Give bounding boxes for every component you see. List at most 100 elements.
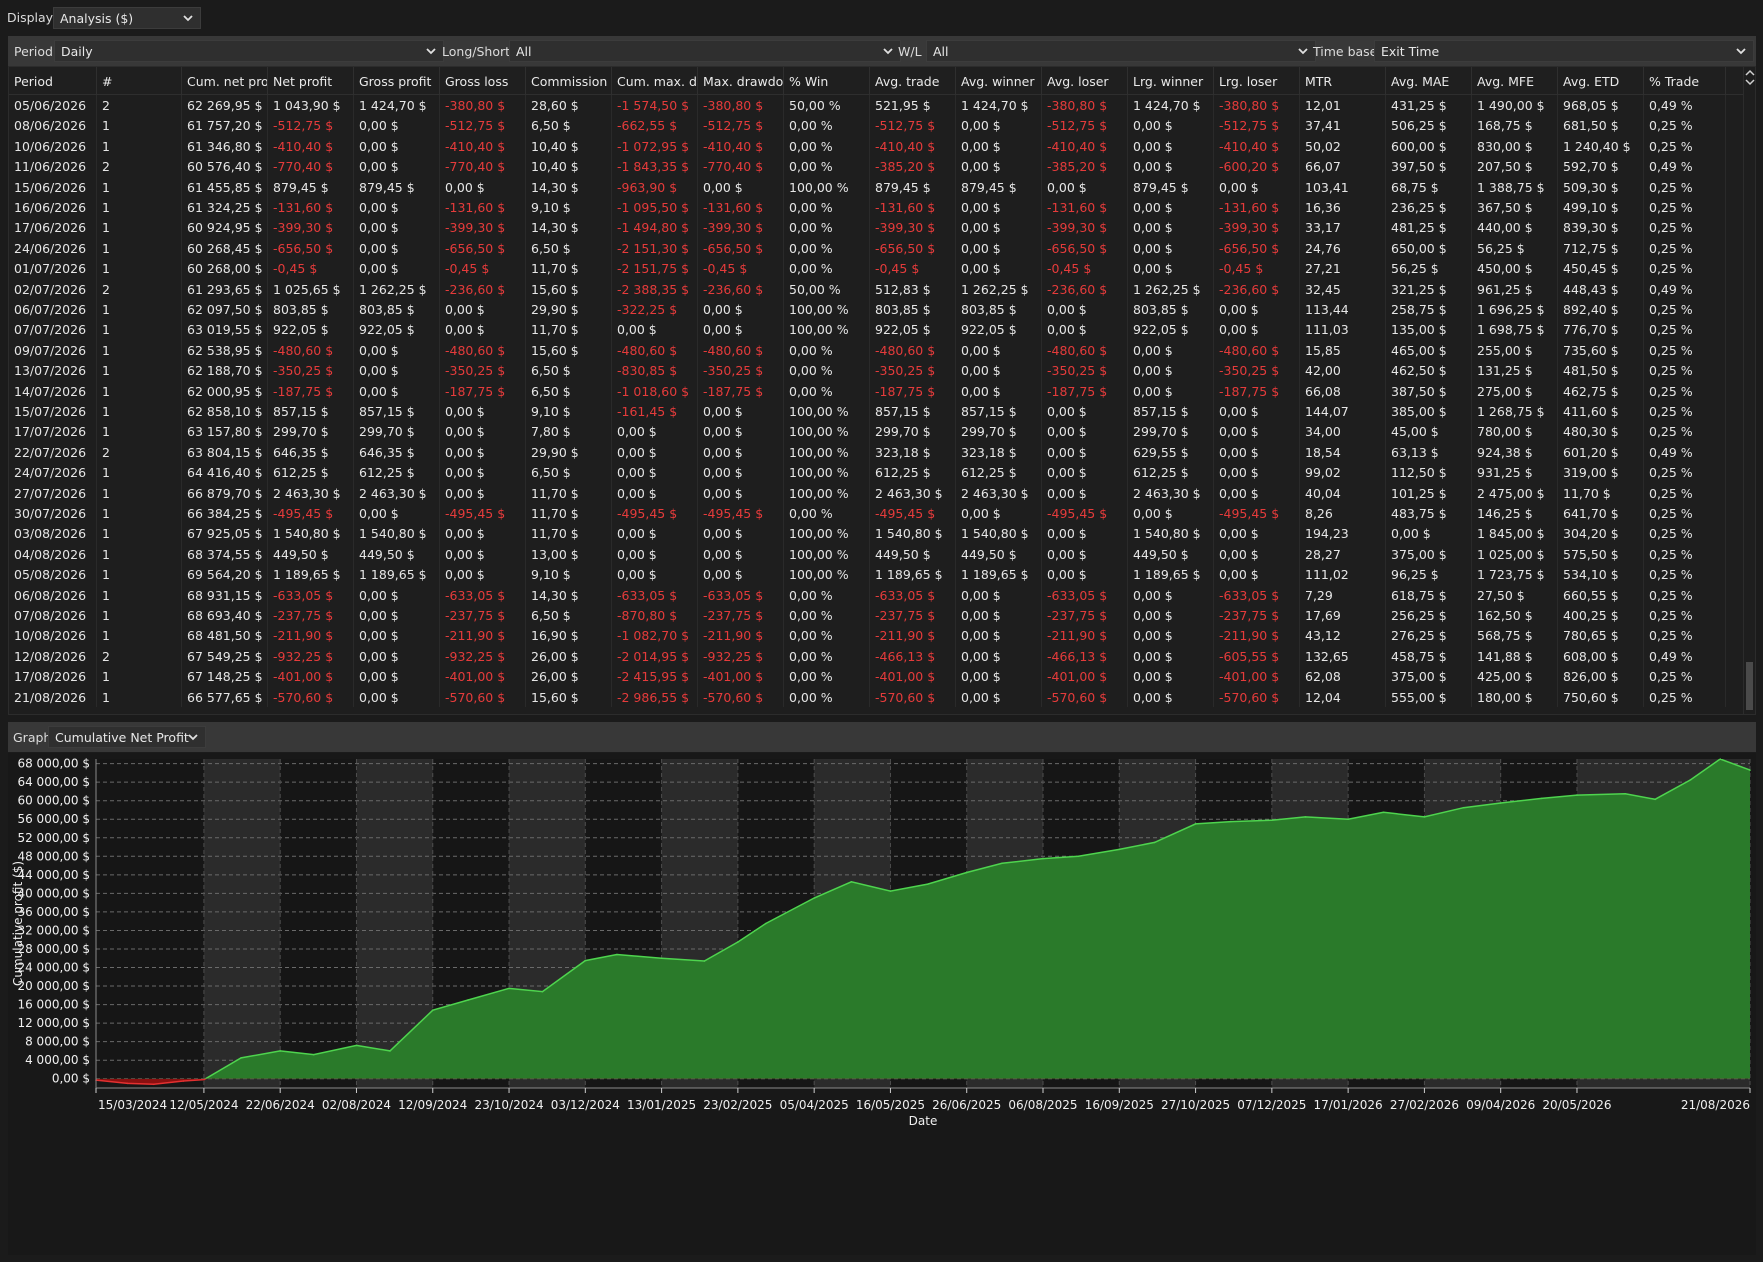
table-cell: 480,30 $ <box>1558 421 1644 442</box>
table-cell: 256,25 $ <box>1386 605 1472 626</box>
table-cell: 27,21 <box>1300 258 1386 279</box>
table-row[interactable]: 15/06/2026 1 61 455,85 $879,45 $879,45 $0,… <box>9 176 1744 197</box>
table-cell: 1 <box>97 319 182 340</box>
table-cell: 1 <box>97 339 182 361</box>
table-cell: 961,25 $ <box>1472 278 1558 299</box>
display-dropdown[interactable]: Analysis ($) <box>53 7 201 29</box>
table-cell: -495,45 $ <box>698 503 784 524</box>
column-header[interactable]: Gross profit <box>354 67 440 95</box>
column-header[interactable]: Avg. MFE <box>1472 67 1558 95</box>
scroll-up-icon[interactable] <box>1745 69 1755 77</box>
x-axis-label: Date <box>909 1114 938 1128</box>
table-cell: 1 <box>97 605 182 626</box>
scroll-down-icon[interactable] <box>1745 78 1755 86</box>
table-cell: 499,10 $ <box>1558 197 1644 218</box>
table-cell: 0,00 $ <box>354 666 440 687</box>
table-cell: 0,00 $ <box>354 115 440 136</box>
table-row[interactable]: 30/07/2026 1 66 384,25 $ -495,45 $0,00 $ -49… <box>9 503 1744 524</box>
table-row[interactable]: 22/07/2026 2 63 804,15 $646,35 $646,35 $0,… <box>9 441 1744 463</box>
wl-dropdown[interactable]: All <box>926 40 1316 62</box>
table-row[interactable]: 07/08/2026 1 68 693,40 $ -237,75 $0,00 $ -23… <box>9 605 1744 626</box>
table-row[interactable]: 06/07/2026 1 62 097,50 $803,85 $803,85 $0,… <box>9 299 1744 320</box>
table-row[interactable]: 11/06/2026 2 60 576,40 $ -770,40 $0,00 $ -77… <box>9 156 1744 177</box>
table-cell: 0,00 $ <box>440 319 526 340</box>
table-cell: 1 <box>97 625 182 646</box>
scrollbar-thumb[interactable] <box>1746 662 1753 710</box>
column-header[interactable]: Lrg. winner <box>1128 67 1214 95</box>
table-cell: 68 374,55 $ <box>182 543 268 565</box>
column-header[interactable]: Avg. winner <box>956 67 1042 95</box>
column-header[interactable]: % Trade <box>1644 67 1726 95</box>
table-row[interactable]: 10/08/2026 1 68 481,50 $ -211,90 $0,00 $ -21… <box>9 625 1744 646</box>
column-header[interactable]: Avg. loser <box>1042 67 1128 95</box>
table-scrollbar[interactable] <box>1743 67 1755 714</box>
column-header[interactable]: Period <box>9 67 97 95</box>
table-cell: 9,10 $ <box>526 564 612 585</box>
column-header[interactable]: Commission <box>526 67 612 95</box>
column-header[interactable]: Net profit <box>268 67 354 95</box>
table-cell: 1 262,25 $ <box>354 278 440 299</box>
table-cell: -385,20 $ <box>1042 156 1128 177</box>
column-header[interactable]: Cum. max. dra <box>612 67 698 95</box>
table-cell: -1 082,70 $ <box>612 625 698 646</box>
table-row[interactable]: 17/07/2026 1 63 157,80 $299,70 $299,70 $0,… <box>9 421 1744 442</box>
table-row[interactable]: 12/08/2026 2 67 549,25 $ -932,25 $0,00 $ -93… <box>9 645 1744 667</box>
table-row[interactable]: 06/08/2026 1 68 931,15 $ -633,05 $0,00 $ -63… <box>9 584 1744 605</box>
table-cell: 45,00 $ <box>1386 421 1472 442</box>
table-cell: -963,90 $ <box>612 176 698 197</box>
table-cell: 681,50 $ <box>1558 115 1644 136</box>
table-cell: 0,00 $ <box>1128 156 1214 177</box>
table-cell: 0,00 $ <box>956 686 1042 707</box>
table-row[interactable]: 01/07/2026 1 60 268,00 $ -0,45 $0,00 $ -0,45… <box>9 258 1744 279</box>
column-header[interactable]: Gross loss <box>440 67 526 95</box>
table-row[interactable]: 07/07/2026 1 63 019,55 $922,05 $922,05 $0,… <box>9 319 1744 340</box>
column-header[interactable]: % Win <box>784 67 870 95</box>
table-row[interactable]: 09/07/2026 1 62 538,95 $ -480,60 $0,00 $ -48… <box>9 339 1744 361</box>
data-point <box>965 871 968 874</box>
column-header[interactable]: Cum. net profi <box>182 67 268 95</box>
table-cell: 1 262,25 $ <box>956 278 1042 299</box>
table-row[interactable]: 16/06/2026 1 61 324,25 $ -131,60 $0,00 $ -13… <box>9 197 1744 218</box>
table-cell: -236,60 $ <box>1042 278 1128 299</box>
table-row[interactable]: 27/07/2026 1 66 879,70 $2 463,30 $2 463,30… <box>9 482 1744 503</box>
timebase-dropdown[interactable]: Exit Time <box>1374 40 1754 62</box>
table-row[interactable]: 13/07/2026 1 62 188,70 $ -350,25 $0,00 $ -35… <box>9 360 1744 381</box>
chevron-down-icon <box>1298 48 1308 55</box>
column-header[interactable]: Avg. trade <box>870 67 956 95</box>
table-cell: -633,05 $ <box>1042 584 1128 605</box>
period-dropdown[interactable]: Daily <box>54 40 444 62</box>
longshort-dropdown[interactable]: All <box>509 40 901 62</box>
table-row[interactable]: 24/06/2026 1 60 268,45 $ -656,50 $0,00 $ -65… <box>9 237 1744 259</box>
table-row[interactable]: 04/08/2026 1 68 374,55 $449,50 $449,50 $0,… <box>9 543 1744 565</box>
table-row[interactable]: 15/07/2026 1 62 858,10 $857,15 $857,15 $0,… <box>9 401 1744 422</box>
table-row[interactable]: 24/07/2026 1 64 416,40 $612,25 $612,25 $0,… <box>9 462 1744 483</box>
table-row[interactable]: 17/06/2026 1 60 924,95 $ -399,30 $0,00 $ -39… <box>9 217 1744 238</box>
column-header[interactable]: Max. drawdow <box>698 67 784 95</box>
table-cell: -350,25 $ <box>1214 360 1300 381</box>
table-row[interactable]: 21/08/2026 1 66 577,65 $ -570,60 $0,00 $ -57… <box>9 686 1744 707</box>
table-cell: 931,25 $ <box>1472 462 1558 483</box>
table-row[interactable]: 08/06/2026 1 61 757,20 $ -512,75 $0,00 $ -51… <box>9 115 1744 136</box>
table-row[interactable]: 05/08/2026 1 69 564,20 $1 189,65 $1 189,65… <box>9 564 1744 585</box>
table-cell: 11,70 $ <box>526 258 612 279</box>
table-cell: -495,45 $ <box>1042 503 1128 524</box>
table-cell: 0,00 $ <box>956 156 1042 177</box>
table-cell: 922,05 $ <box>1128 319 1214 340</box>
table-cell: 803,85 $ <box>354 299 440 320</box>
data-point <box>926 883 929 885</box>
column-header[interactable]: Avg. MAE <box>1386 67 1472 95</box>
table-row[interactable]: 03/08/2026 1 67 925,05 $1 540,80 $1 540,80… <box>9 523 1744 544</box>
table-cell: 1 <box>97 666 182 687</box>
table-cell: -380,80 $ <box>698 95 784 116</box>
table-row[interactable]: 05/06/2026 2 62 269,95 $1 043,90 $1 424,70… <box>9 95 1744 116</box>
graph-type-dropdown[interactable]: Cumulative Net Profit <box>48 726 206 748</box>
table-cell: 6,50 $ <box>526 115 612 136</box>
column-header[interactable]: MTR <box>1300 67 1386 95</box>
table-row[interactable]: 14/07/2026 1 62 000,95 $ -187,75 $0,00 $ -18… <box>9 380 1744 401</box>
column-header[interactable]: Avg. ETD <box>1558 67 1644 95</box>
table-row[interactable]: 17/08/2026 1 67 148,25 $ -401,00 $0,00 $ -40… <box>9 666 1744 687</box>
column-header[interactable]: Lrg. loser <box>1214 67 1300 95</box>
table-row[interactable]: 10/06/2026 1 61 346,80 $ -410,40 $0,00 $ -41… <box>9 135 1744 157</box>
column-header[interactable]: # <box>97 67 182 95</box>
table-row[interactable]: 02/07/2026 2 61 293,65 $1 025,65 $1 262,25… <box>9 278 1744 299</box>
